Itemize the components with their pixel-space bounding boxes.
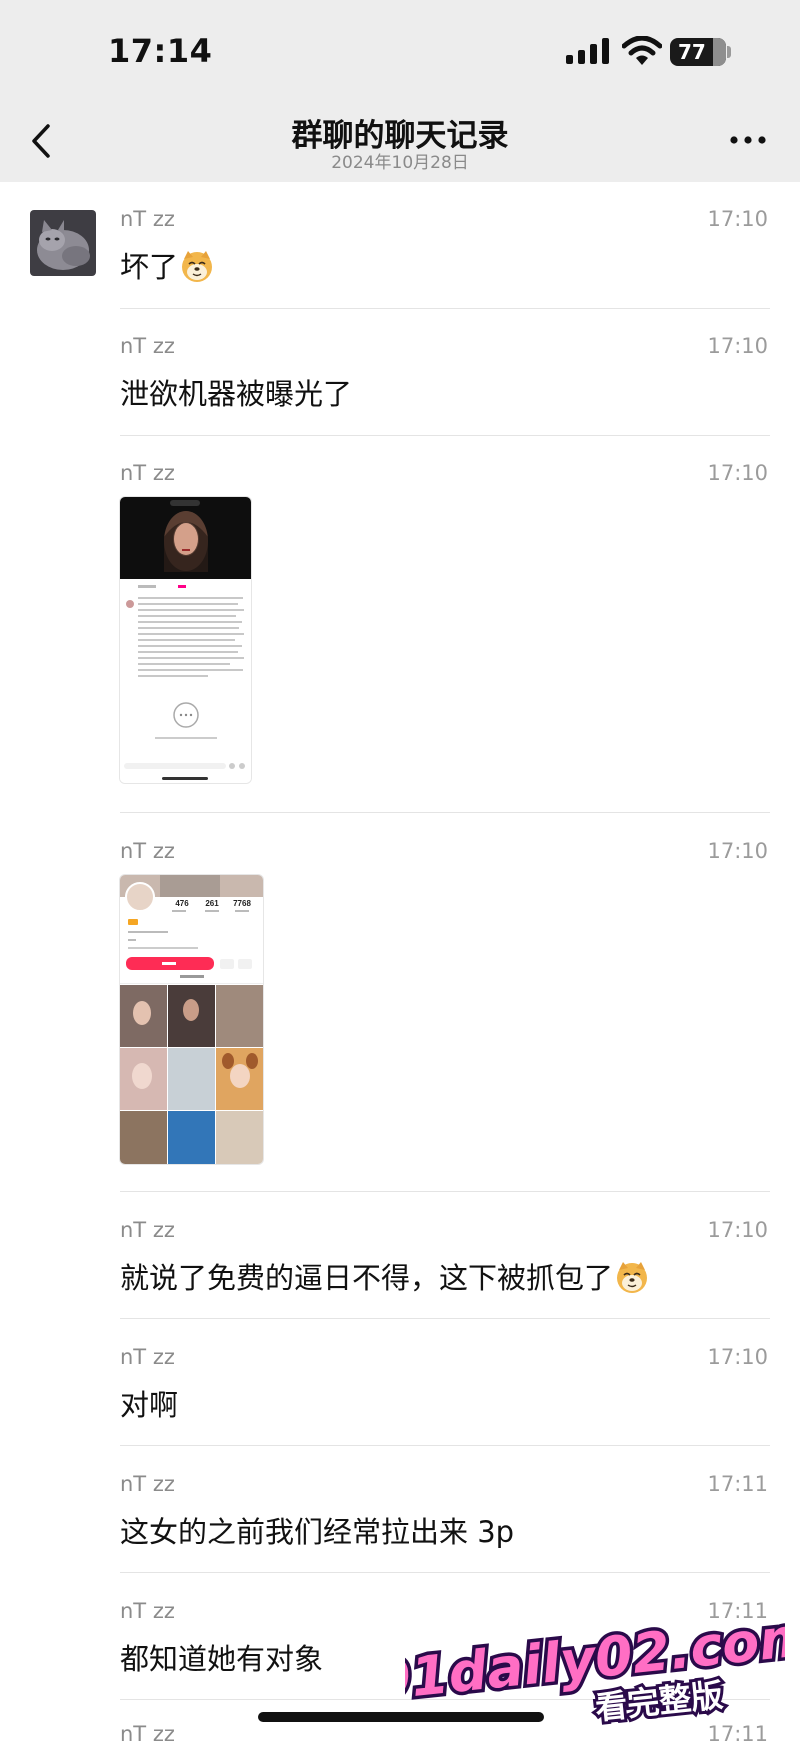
divider [120,1191,770,1192]
message-sender: nT zz [120,334,175,358]
wifi-icon [622,36,662,65]
message-text-content: 就说了免费的逼日不得，这下被抓包了 [120,1261,614,1295]
message-sender: nT zz [120,207,175,231]
image-message-video-screenshot[interactable] [120,497,251,783]
avatar[interactable] [30,210,96,276]
message-time: 17:10 [707,1218,768,1242]
message-time: 17:10 [707,207,768,231]
battery-empty [713,38,726,66]
message-sender: nT zz [120,1472,175,1496]
profile-stat-2: 7768 [233,899,251,908]
home-indicator[interactable] [258,1712,544,1722]
message-time: 17:11 [707,1472,768,1496]
message-sender: nT zz [120,839,175,863]
cat-avatar-icon [30,210,96,276]
watermark-logo: 91daily02.com 看完整版 [405,1615,785,1725]
doge-icon [182,251,213,282]
cellular-signal-icon [566,38,609,64]
message-text[interactable]: 都知道她有对象 [120,1636,323,1678]
message-text[interactable]: 对啊 [120,1382,178,1424]
message-text[interactable]: 坏了 [120,244,214,286]
message-sender: nT zz [120,1722,175,1746]
message-text-content: 坏了 [120,250,179,284]
message-sender: nT zz [120,1218,175,1242]
message-time: 17:10 [707,461,768,485]
more-options-icon[interactable] [728,130,768,150]
divider [120,812,770,813]
doge-icon [617,1262,648,1293]
video-screenshot-image [120,497,251,783]
message-sender: nT zz [120,1345,175,1369]
message-time: 17:10 [707,839,768,863]
image-message-profile-screenshot[interactable]: 476 261 7768 [120,875,263,1164]
divider [120,1445,770,1446]
status-time: 17:14 [108,32,213,70]
profile-stat-1: 261 [205,899,219,908]
message-text[interactable]: 这女的之前我们经常拉出来 3p [120,1509,514,1551]
battery-indicator: 77 [670,38,726,66]
back-chevron-icon[interactable] [24,118,60,164]
message-time: 17:10 [707,334,768,358]
message-sender: nT zz [120,461,175,485]
page-date: 2024年10月28日 [331,153,469,173]
battery-tip [727,46,731,58]
divider [120,308,770,309]
message-text[interactable]: 泄欲机器被曝光了 [120,371,352,413]
profile-stat-0: 476 [175,899,189,908]
battery-level: 77 [678,40,706,64]
message-time: 17:10 [707,1345,768,1369]
top-bar: 17:14 77 群聊的聊天记录 2024年10月28日 [0,0,800,182]
message-text[interactable]: 就说了免费的逼日不得，这下被抓包了 [120,1255,649,1297]
profile-screenshot-image: 476 261 7768 [120,875,263,1164]
message-time: 17:11 [707,1722,768,1746]
divider [120,1572,770,1573]
divider [120,1318,770,1319]
divider [120,435,770,436]
message-sender: nT zz [120,1599,175,1623]
